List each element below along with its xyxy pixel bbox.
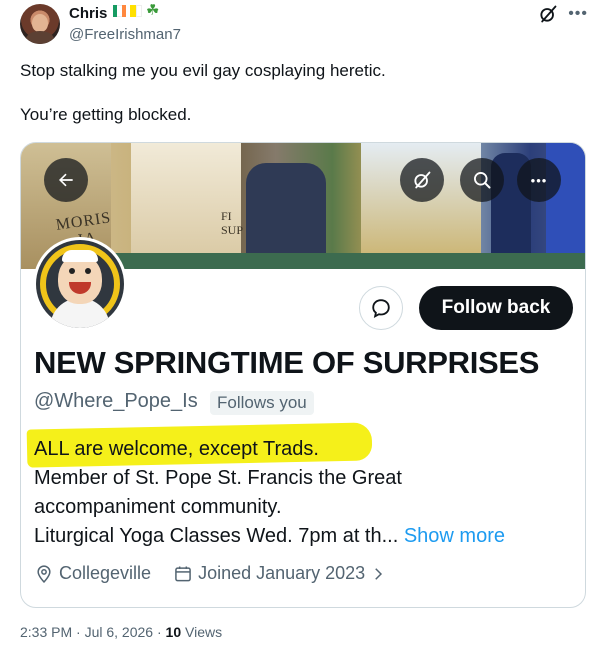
views-label: Views: [185, 624, 223, 640]
profile-meta: Collegeville Joined January 2023: [34, 563, 414, 584]
author-name[interactable]: Chris: [69, 5, 107, 22]
grok-icon[interactable]: [538, 4, 558, 24]
more-button[interactable]: •••: [517, 158, 561, 202]
views-count: 10: [165, 624, 182, 640]
timestamp-text: 2:33 PM · Jul 6, 2026 ·: [20, 624, 166, 640]
profile-handle: @Where_Pope_Is: [34, 390, 198, 412]
calendar-icon: [175, 566, 191, 581]
post-timestamp[interactable]: 2:33 PM · Jul 6, 2026 · 10 Views: [20, 624, 222, 640]
post-header: Chris ☘ @FreeIrishman7 •••: [20, 2, 590, 48]
location-pin-icon: [37, 564, 51, 583]
more-icon: •••: [530, 172, 548, 188]
more-options-icon[interactable]: •••: [568, 4, 588, 24]
bio-line: Member of St. Pope St. Francis the Great: [34, 467, 402, 489]
location-item: Collegeville: [34, 563, 151, 584]
grok-icon: [414, 171, 431, 189]
show-more-link[interactable]: Show more: [404, 525, 505, 547]
bio-line: ALL are welcome, except Trads.: [34, 438, 319, 460]
follows-you-badge: Follows you: [210, 391, 314, 415]
post-line: Stop stalking me you evil gay cosplaying…: [20, 61, 386, 80]
back-button[interactable]: [44, 158, 88, 202]
post-text: Stop stalking me you evil gay cosplaying…: [20, 60, 580, 148]
message-bubble-icon: [372, 299, 390, 318]
author-flags: ☘: [113, 2, 160, 19]
profile-name: NEW SPRINGTIME OF SURPRISES: [34, 345, 540, 380]
bio-line: Liturgical Yoga Classes Wed. 7pm at th..…: [34, 525, 399, 547]
banner-sign-text-2: FI SUP: [221, 209, 244, 237]
back-arrow-icon: [59, 173, 73, 187]
search-button[interactable]: [460, 158, 504, 202]
bio-line-last: Liturgical Yoga Classes Wed. 7pm at th..…: [34, 522, 564, 551]
author-handle[interactable]: @FreeIrishman7: [69, 26, 181, 43]
post-line: You’re getting blocked.: [20, 105, 192, 124]
bio-line: accompaniment community.: [34, 496, 282, 518]
chevron-right-icon: [375, 567, 383, 580]
profile-card[interactable]: MORIS IA FI SUP •••: [20, 142, 586, 608]
vatican-flag-icon: [130, 5, 142, 17]
message-button[interactable]: [359, 286, 403, 330]
profile-avatar[interactable]: [33, 237, 127, 331]
author-avatar[interactable]: [20, 4, 60, 44]
grok-button[interactable]: [400, 158, 444, 202]
profile-bio: ALL are welcome, except Trads. Member of…: [34, 435, 564, 551]
joined-text: Joined January 2023: [198, 563, 366, 583]
shamrock-icon: ☘: [146, 2, 160, 19]
joined-item[interactable]: Joined January 2023: [173, 563, 392, 584]
search-icon: [474, 172, 491, 189]
follow-back-button[interactable]: Follow back: [419, 286, 573, 330]
location-text: Collegeville: [59, 563, 152, 583]
irish-flag-icon: [113, 5, 126, 17]
